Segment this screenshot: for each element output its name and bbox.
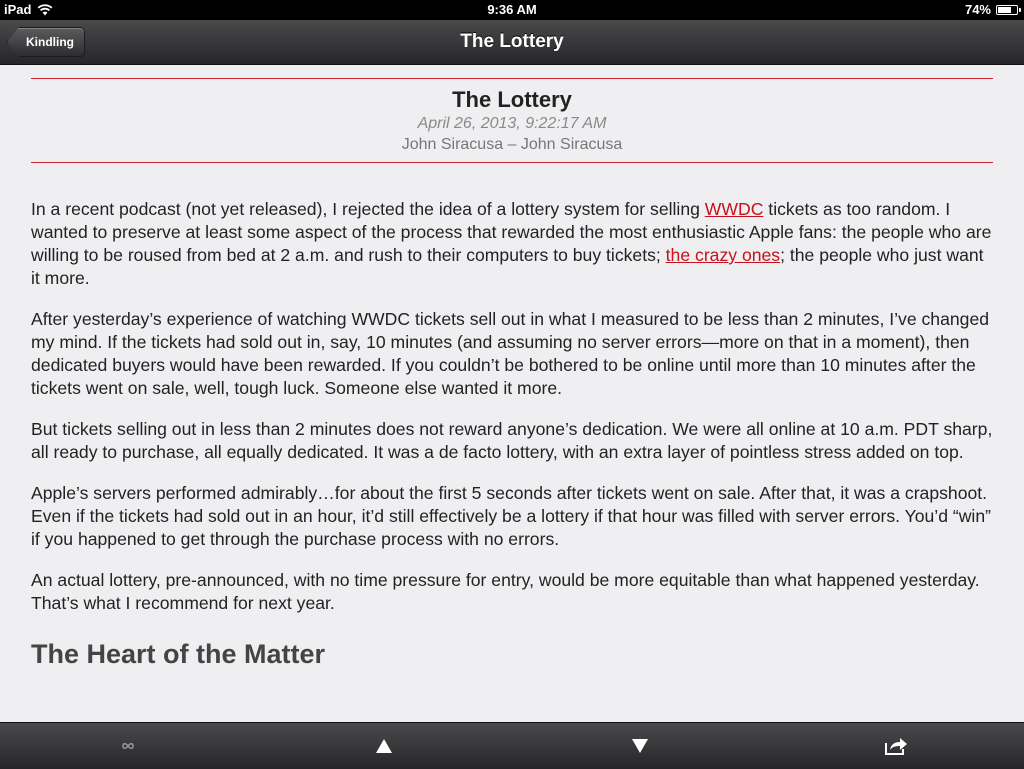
- navigation-bar: The Lottery Kindling: [0, 20, 1024, 65]
- infinity-button[interactable]: [98, 723, 158, 769]
- paragraph-2: After yesterday’s experience of watching…: [31, 309, 990, 398]
- battery-percent: 74%: [964, 2, 991, 17]
- article-header: The Lottery April 26, 2013, 9:22:17 AM J…: [31, 78, 993, 163]
- bottom-toolbar: [0, 722, 1024, 769]
- article-date: April 26, 2013, 9:22:17 AM: [417, 115, 607, 132]
- paragraph-1-text-a: In a recent podcast (not yet released), …: [31, 199, 705, 219]
- section-heading: The Heart of the Matter: [31, 639, 326, 669]
- battery-icon: [996, 4, 1021, 15]
- nav-title: The Lottery: [460, 31, 564, 52]
- paragraph-5: An actual lottery, pre-announced, with n…: [31, 570, 980, 613]
- link-wwdc[interactable]: WWDC: [705, 199, 764, 219]
- link-the-crazy-ones[interactable]: the crazy ones: [666, 245, 780, 265]
- previous-button[interactable]: [354, 723, 414, 769]
- triangle-up-icon: [376, 739, 392, 753]
- paragraph-1: In a recent podcast (not yet released), …: [31, 198, 993, 290]
- status-right: 74%: [964, 2, 1021, 17]
- battery-fill: [998, 6, 1011, 13]
- triangle-down-icon: [632, 739, 648, 753]
- paragraph-3: But tickets selling out in less than 2 m…: [31, 419, 993, 462]
- article-title: The Lottery: [452, 87, 572, 112]
- article-view[interactable]: The Lottery April 26, 2013, 9:22:17 AM J…: [31, 64, 993, 722]
- paragraph-4: Apple’s servers performed admirably…for …: [31, 483, 991, 549]
- status-bar: iPad 9:36 AM 74%: [0, 0, 1024, 20]
- next-button[interactable]: [610, 723, 670, 769]
- status-time: 9:36 AM: [487, 2, 537, 17]
- back-button[interactable]: Kindling: [7, 27, 85, 57]
- article-author: John Siracusa – John Siracusa: [401, 136, 623, 153]
- share-button[interactable]: [866, 723, 926, 769]
- article-body: In a recent podcast (not yet released), …: [31, 198, 993, 670]
- share-icon: [885, 738, 907, 755]
- infinity-icon: [122, 743, 134, 749]
